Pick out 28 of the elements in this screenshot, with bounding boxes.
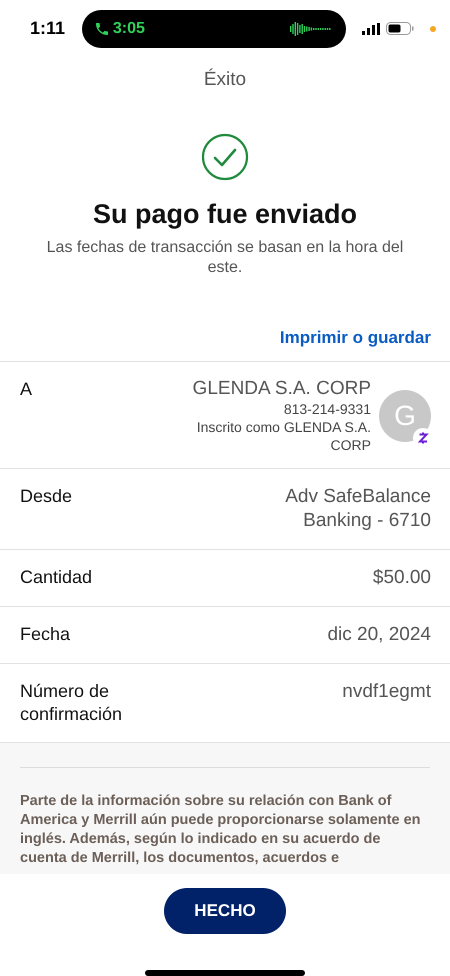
detail-label: Desde bbox=[20, 485, 72, 508]
recipient-phone: 813-214-9331 bbox=[284, 400, 371, 418]
detail-value: dic 20, 2024 bbox=[327, 623, 431, 647]
home-indicator[interactable] bbox=[145, 970, 305, 976]
print-or-save-link[interactable]: Imprimir o guardar bbox=[280, 328, 431, 348]
phone-icon bbox=[94, 20, 110, 36]
screen-title: Éxito bbox=[202, 69, 248, 91]
status-time: 1:11 bbox=[30, 18, 66, 39]
call-pill[interactable]: 3:05 bbox=[82, 10, 346, 48]
signal-icon bbox=[362, 22, 380, 34]
battery-icon bbox=[386, 22, 414, 35]
detail-value: nvdf1egmt bbox=[342, 680, 431, 704]
success-check-icon bbox=[201, 133, 249, 181]
waveform-icon bbox=[290, 22, 332, 36]
recipient-name: GLENDA S.A. CORP bbox=[192, 378, 371, 400]
confirmation-subtitle: Las fechas de transacción se basan en la hora del este. bbox=[46, 238, 404, 278]
disclaimer-text: Parte de la información sobre su relación con Bank of America y Merrill aún puede proporcionarse solamente en inglés. Además, según lo indicado en su acuerdo de cuenta de Merrill, los documentos, acuerdos e bbox=[20, 792, 422, 868]
detail-label: A bbox=[20, 378, 32, 401]
detail-value: $50.00 bbox=[372, 566, 431, 590]
privacy-dot-icon bbox=[430, 26, 436, 32]
detail-label: Número de confirmación bbox=[20, 680, 124, 726]
detail-value: Adv SafeBalance Banking - 6710 bbox=[284, 485, 431, 533]
recipient-enrolled: Inscrito como GLENDA S.A. CORP bbox=[196, 418, 371, 454]
done-button[interactable]: HECHO bbox=[164, 888, 286, 934]
confirmation-title: Su pago fue enviado bbox=[92, 199, 358, 230]
call-time: 3:05 bbox=[112, 20, 145, 38]
detail-label: Fecha bbox=[20, 623, 70, 646]
detail-label: Cantidad bbox=[20, 566, 92, 589]
